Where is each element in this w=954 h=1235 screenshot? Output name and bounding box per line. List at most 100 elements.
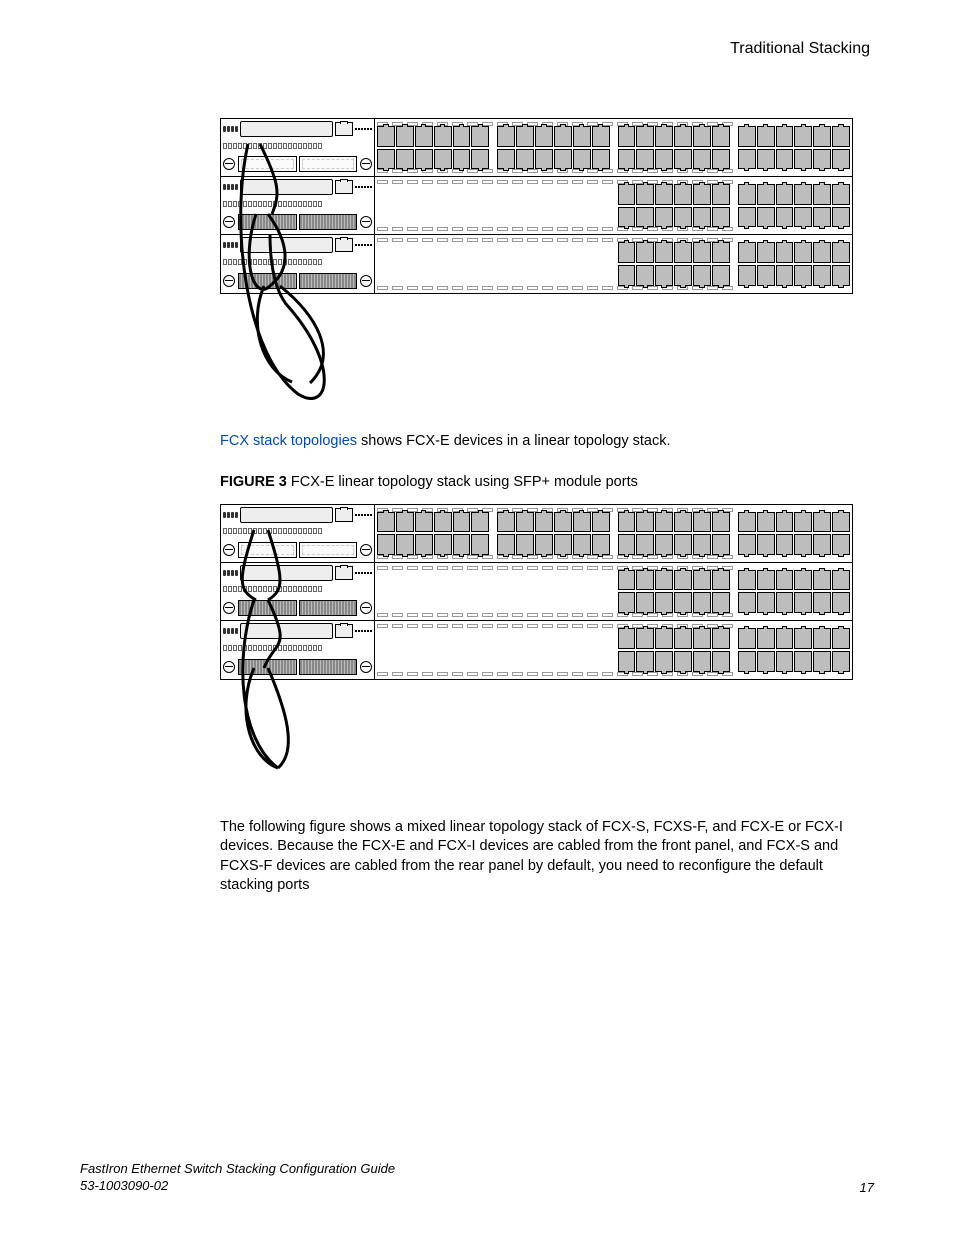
ethernet-port (592, 534, 610, 555)
ethernet-port (396, 126, 414, 147)
figure-stack-ring (220, 118, 874, 404)
ethernet-port (516, 628, 534, 649)
ethernet-port (471, 534, 489, 555)
ethernet-port (757, 570, 775, 591)
ethernet-port (453, 628, 471, 649)
ethernet-port (712, 207, 730, 228)
ethernet-port (573, 126, 591, 147)
ethernet-port (636, 149, 654, 170)
ethernet-port (497, 149, 515, 170)
ethernet-port (516, 207, 534, 228)
ethernet-port (573, 628, 591, 649)
sfp-module-slot (238, 659, 297, 675)
ethernet-port (415, 265, 433, 286)
link-fcx-stack-topologies[interactable]: FCX stack topologies (220, 433, 357, 449)
screw-icon (223, 602, 235, 614)
ethernet-port (592, 149, 610, 170)
ethernet-port (776, 512, 794, 533)
ethernet-port (554, 149, 572, 170)
ethernet-port (377, 628, 395, 649)
ethernet-port (471, 651, 489, 672)
ethernet-port (813, 149, 831, 170)
ethernet-port (415, 512, 433, 533)
ethernet-port (592, 265, 610, 286)
screw-icon (360, 544, 372, 556)
ethernet-port (693, 265, 711, 286)
ethernet-port (573, 242, 591, 263)
ethernet-port (738, 126, 756, 147)
ethernet-port (674, 184, 692, 205)
ethernet-port (813, 207, 831, 228)
ethernet-port (592, 592, 610, 613)
ethernet-port (453, 242, 471, 263)
ethernet-port (592, 512, 610, 533)
ethernet-port (636, 592, 654, 613)
ethernet-port (377, 534, 395, 555)
ethernet-port (655, 184, 673, 205)
ethernet-port (674, 265, 692, 286)
ethernet-port (738, 592, 756, 613)
ethernet-port (655, 126, 673, 147)
ethernet-port (573, 265, 591, 286)
ethernet-port (554, 592, 572, 613)
ethernet-port (497, 184, 515, 205)
ethernet-port (396, 265, 414, 286)
switch-unit (221, 563, 852, 621)
footer-page-number: 17 (860, 1180, 874, 1195)
screw-icon (360, 275, 372, 287)
ethernet-port (757, 512, 775, 533)
port-number-strip (223, 583, 372, 595)
ethernet-port (453, 265, 471, 286)
ethernet-port (636, 207, 654, 228)
paragraph-topology-ref-text: shows FCX-E devices in a linear topology… (357, 433, 671, 449)
port-panel (375, 177, 852, 234)
ethernet-port (396, 651, 414, 672)
ethernet-port (516, 184, 534, 205)
ethernet-port (832, 570, 850, 591)
mgmt-ethernet-port (335, 122, 353, 136)
ethernet-port (618, 628, 636, 649)
ethernet-port (516, 242, 534, 263)
ethernet-port (497, 265, 515, 286)
ethernet-port (434, 534, 452, 555)
ethernet-port (453, 149, 471, 170)
ethernet-port (794, 149, 812, 170)
ethernet-port (573, 592, 591, 613)
sfp-module-slot (299, 273, 358, 289)
ethernet-port (377, 651, 395, 672)
ethernet-port (415, 651, 433, 672)
ethernet-port (636, 651, 654, 672)
ethernet-port (712, 628, 730, 649)
ethernet-port (674, 570, 692, 591)
ethernet-port (471, 207, 489, 228)
ethernet-port (535, 207, 553, 228)
ethernet-port (832, 512, 850, 533)
ethernet-port (712, 126, 730, 147)
ethernet-port (693, 207, 711, 228)
ethernet-port (573, 149, 591, 170)
ethernet-port (535, 512, 553, 533)
ethernet-port (535, 651, 553, 672)
ethernet-port (535, 628, 553, 649)
ethernet-port (453, 184, 471, 205)
ethernet-port (415, 534, 433, 555)
ethernet-port (693, 512, 711, 533)
ethernet-port (434, 651, 452, 672)
ethernet-port (453, 207, 471, 228)
ethernet-port (377, 242, 395, 263)
ethernet-port (573, 184, 591, 205)
ethernet-port (712, 512, 730, 533)
switch-unit (221, 621, 852, 679)
ethernet-port (738, 242, 756, 263)
ethernet-port (693, 126, 711, 147)
ethernet-port (415, 184, 433, 205)
console-port (240, 237, 333, 253)
ethernet-port (453, 592, 471, 613)
screw-icon (223, 216, 235, 228)
management-panel (221, 119, 375, 176)
ethernet-port (636, 265, 654, 286)
ethernet-port (453, 126, 471, 147)
ethernet-port (471, 628, 489, 649)
ethernet-port (655, 534, 673, 555)
ethernet-port (471, 512, 489, 533)
